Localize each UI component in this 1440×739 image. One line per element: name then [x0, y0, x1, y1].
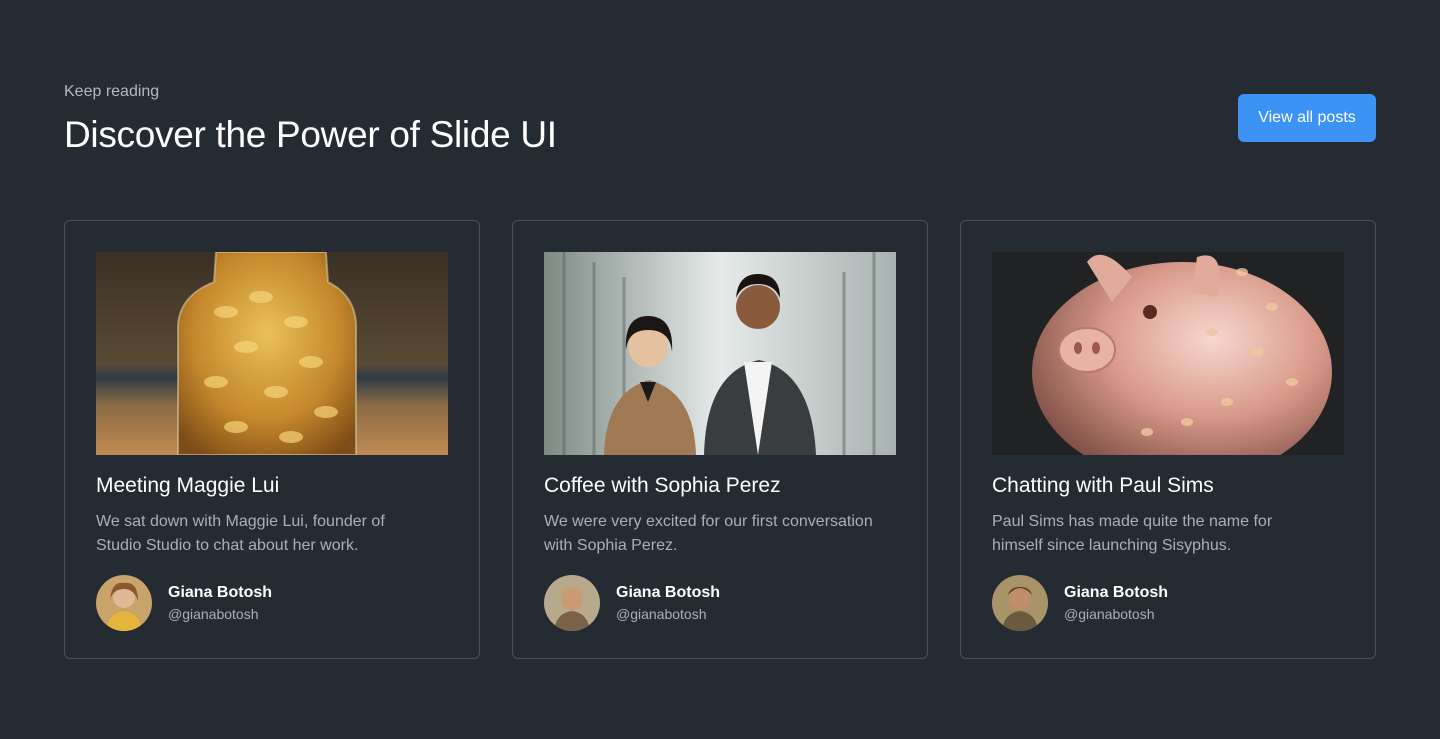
- business-people-image[interactable]: [544, 252, 896, 455]
- coin-jar-image[interactable]: [96, 252, 448, 455]
- avatar: [544, 575, 600, 631]
- post-author: Giana Botosh @gianabotosh: [544, 575, 896, 631]
- post-title[interactable]: Meeting Maggie Lui: [96, 473, 448, 499]
- author-handle: @gianabotosh: [168, 606, 259, 622]
- section-header: Keep reading Discover the Power of Slide…: [64, 82, 1376, 162]
- post-card[interactable]: Coffee with Sophia Perez We were very ex…: [512, 220, 928, 659]
- section-title: Discover the Power of Slide UI: [64, 114, 557, 155]
- post-description: We were very excited for our first conve…: [544, 513, 873, 554]
- avatar: [96, 575, 152, 631]
- author-handle: @gianabotosh: [1064, 606, 1155, 622]
- eyebrow-text: Keep reading: [64, 83, 160, 100]
- avatar: [992, 575, 1048, 631]
- view-all-posts-button[interactable]: View all posts: [1238, 94, 1376, 142]
- post-author: Giana Botosh @gianabotosh: [96, 575, 448, 631]
- post-title[interactable]: Chatting with Paul Sims: [992, 473, 1344, 499]
- author-handle: @gianabotosh: [616, 606, 707, 622]
- post-card[interactable]: Chatting with Paul Sims Paul Sims has ma…: [960, 220, 1376, 659]
- post-cards: Meeting Maggie Lui We sat down with Magg…: [64, 220, 1376, 659]
- author-name: Giana Botosh: [168, 584, 273, 601]
- post-title[interactable]: Coffee with Sophia Perez: [544, 473, 896, 499]
- post-author: Giana Botosh @gianabotosh: [992, 575, 1344, 631]
- author-name: Giana Botosh: [1064, 584, 1169, 601]
- post-description: Paul Sims has made quite the name for hi…: [992, 513, 1273, 554]
- post-card[interactable]: Meeting Maggie Lui We sat down with Magg…: [64, 220, 480, 659]
- piggy-bank-image[interactable]: [992, 252, 1344, 455]
- author-name: Giana Botosh: [616, 584, 721, 601]
- post-description: We sat down with Maggie Lui, founder of …: [96, 513, 385, 554]
